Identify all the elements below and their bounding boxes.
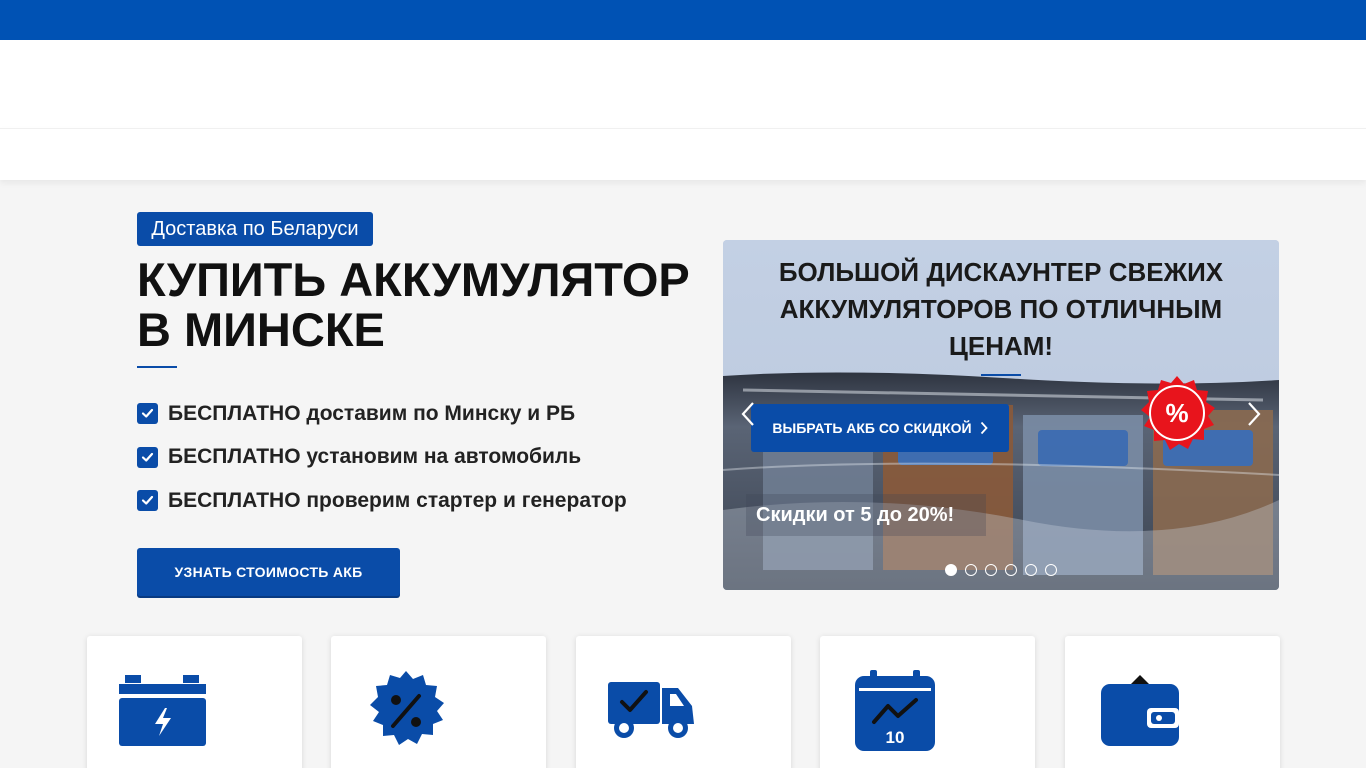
slide-title: БОЛЬШОЙ ДИСКАУНТЕР СВЕЖИХ АККУМУЛЯТОРОВ … [778,257,1224,361]
feature-card [576,636,791,768]
top-bar [0,0,1366,40]
checkbox-icon [137,403,158,424]
feature-card: 10 [820,636,1035,768]
benefits-list: БЕСПЛАТНО доставим по Минску и РБ БЕСПЛА… [137,396,627,527]
feature-card [331,636,546,768]
slide-button-label: ВЫБРАТЬ АКБ СО СКИДКОЙ [772,420,972,436]
discount-badge-icon [370,671,444,745]
benefit-item: БЕСПЛАТНО доставим по Минску и РБ [137,396,627,431]
delivery-tag: Доставка по Беларуси [137,212,373,246]
benefit-item: БЕСПЛАТНО установим на автомобиль [137,440,627,475]
chevron-right-icon [980,421,988,435]
feature-card [87,636,302,768]
slider-pagination [945,564,1057,576]
checkbox-icon [137,446,158,468]
chevron-right-icon [1248,401,1261,426]
slider-dot[interactable] [1005,564,1017,576]
wallet-icon [1101,675,1179,746]
slide-caption: Скидки от 5 до 20%! [746,494,986,536]
calendar-chart-icon: 10 [855,670,935,751]
benefit-text: БЕСПЛАТНО установим на автомобиль [168,445,582,468]
chevron-left-icon [741,401,754,426]
benefit-item: БЕСПЛАТНО проверим стартер и генератор [137,483,627,518]
slider-next-button[interactable] [1244,400,1264,430]
slider-prev-button[interactable] [738,400,758,430]
benefit-text: БЕСПЛАТНО проверим стартер и генератор [168,488,627,512]
choose-discount-battery-button[interactable]: ВЫБРАТЬ АКБ СО СКИДКОЙ [751,404,1009,452]
feature-card [1065,636,1280,768]
page-title: КУПИТЬ АККУМУЛЯТОР В МИНСКЕ [137,253,690,356]
slide-title-underline [981,374,1021,376]
site-header [0,40,1366,128]
promo-slider: БОЛЬШОЙ ДИСКАУНТЕР СВЕЖИХ АККУМУЛЯТОРОВ … [723,240,1279,590]
battery-icon [119,675,206,746]
main-nav [0,128,1366,180]
calendar-number: 10 [886,728,905,747]
badge-percent-text: % [1165,398,1188,428]
delivery-truck-icon [608,682,694,738]
discount-percent-badge: % [1141,376,1215,450]
slider-dot[interactable] [945,564,957,576]
checkbox-icon [137,490,158,511]
get-price-button[interactable]: УЗНАТЬ СТОИМОСТЬ АКБ [137,548,400,596]
slider-dot[interactable] [965,564,977,576]
slider-dot[interactable] [1045,564,1057,576]
benefit-text: БЕСПЛАТНО доставим по Минску и РБ [168,401,576,425]
slider-dot[interactable] [985,564,997,576]
title-underline [137,366,177,368]
slider-dot[interactable] [1025,564,1037,576]
